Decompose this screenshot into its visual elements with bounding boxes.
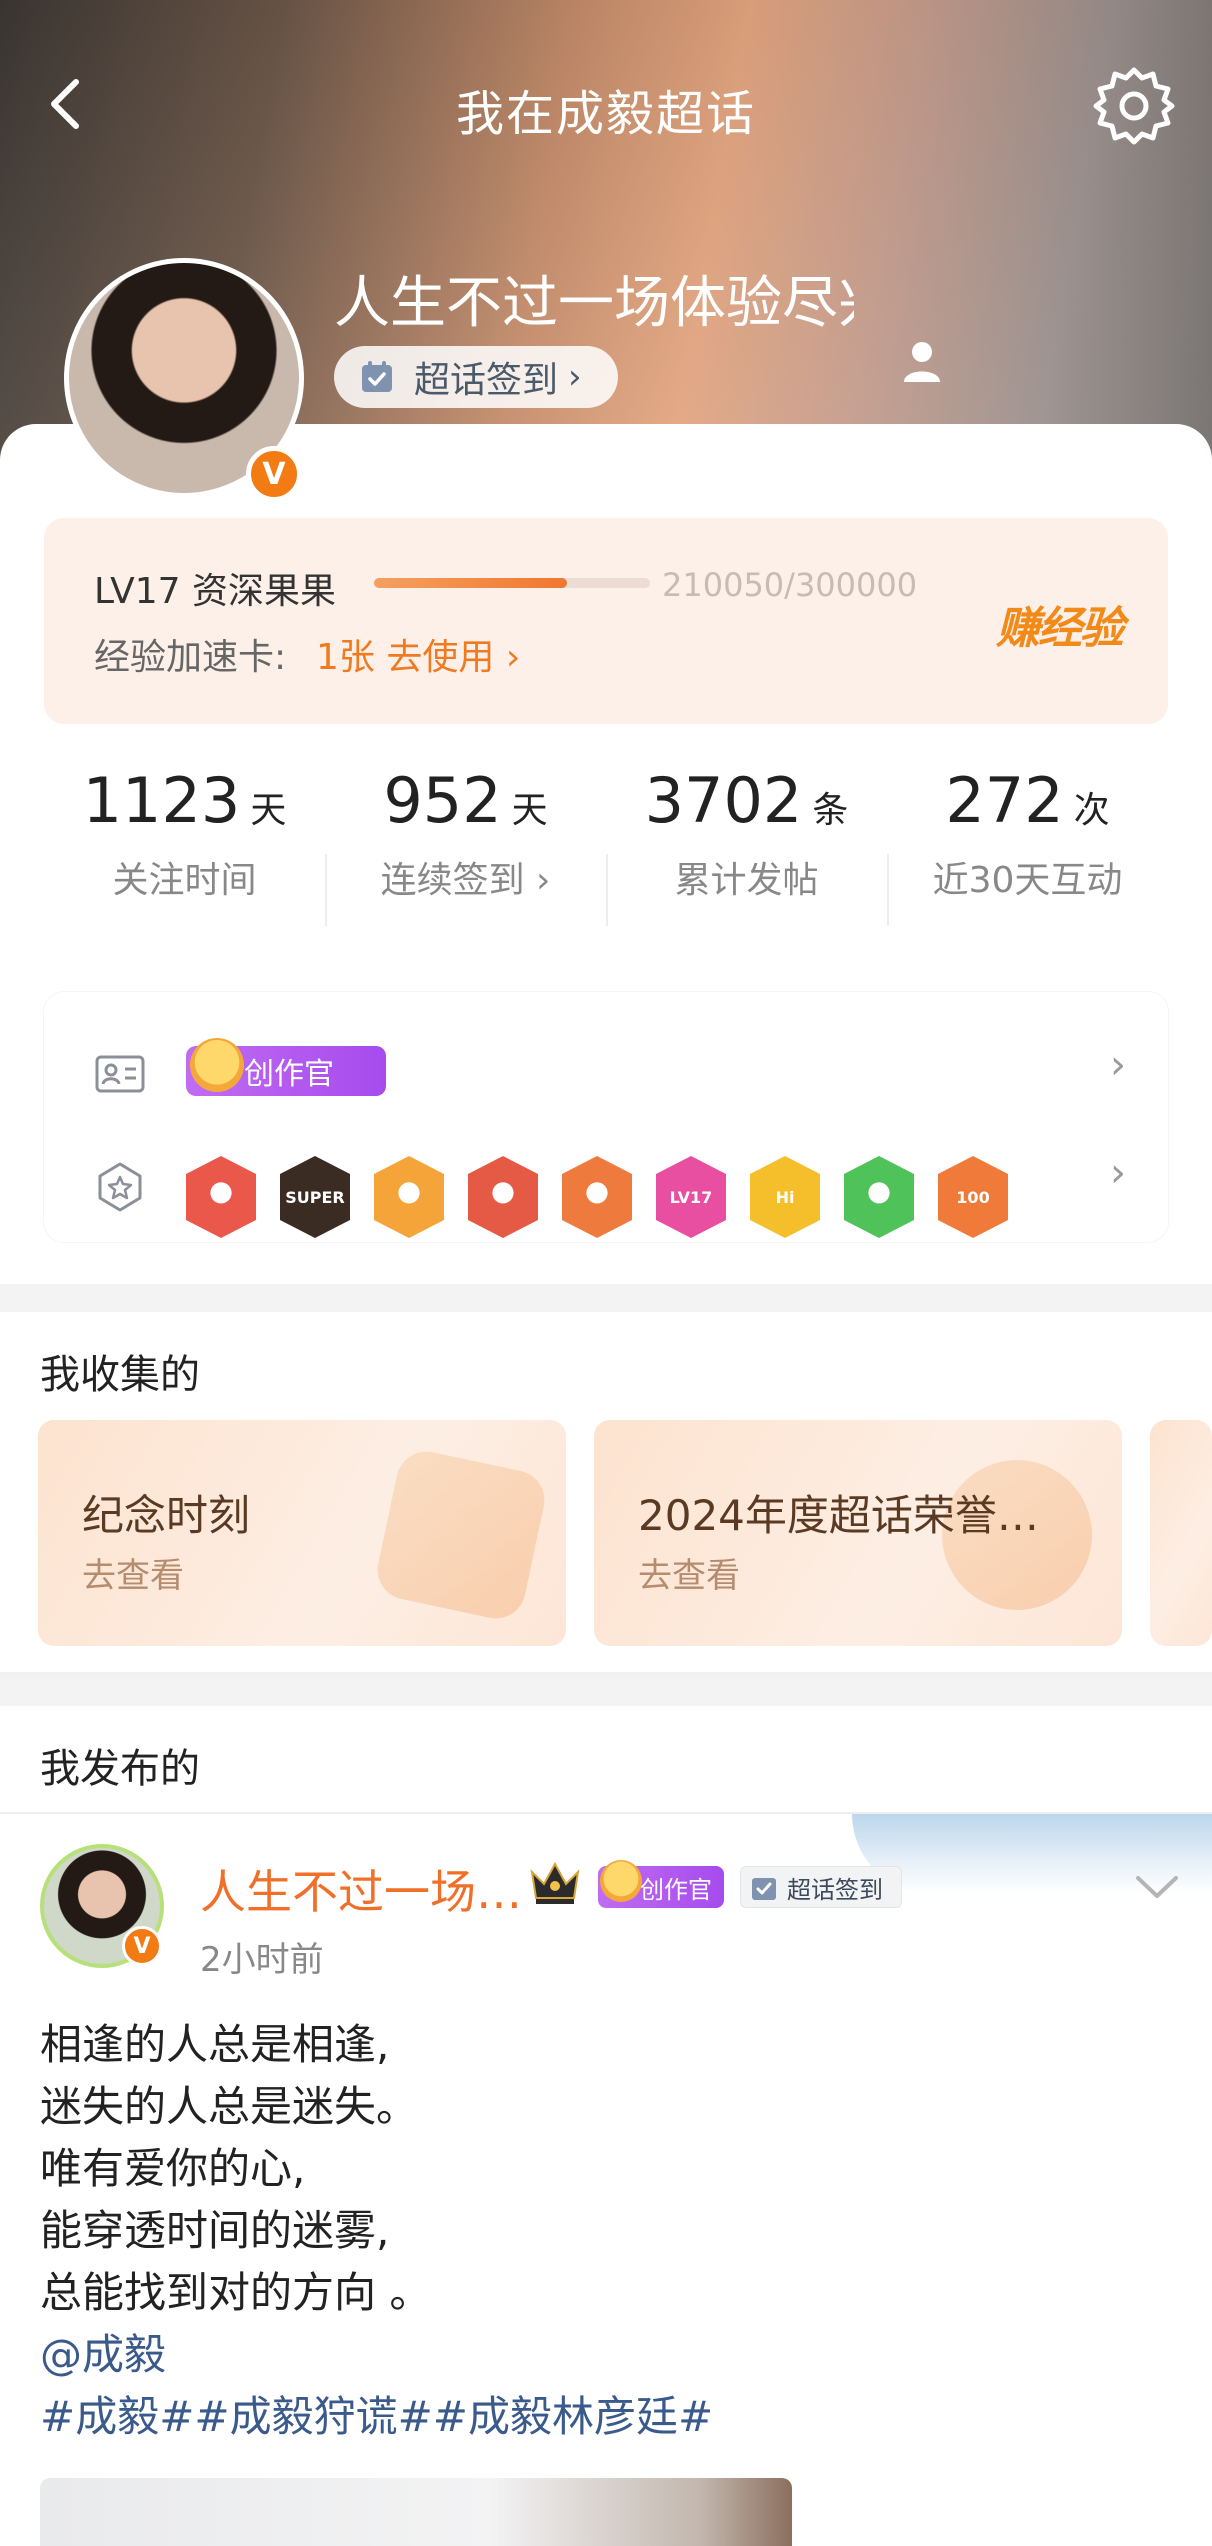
posted-section: 我发布的 V 人生不过一场… 创作官 超话签到 2小时前 相逢的人总是相逢, 迷… — [0, 1706, 1212, 2546]
stat-value: 1123 — [82, 764, 241, 837]
section-divider — [0, 1676, 1212, 1706]
honors-panel: 创作官 › SUPER LV17 Hi 100 › — [44, 992, 1168, 1242]
lion-badge-icon[interactable] — [468, 1156, 538, 1238]
lv17-badge-icon[interactable]: LV17 — [656, 1156, 726, 1238]
stat-checkin-streak[interactable]: 952 天 连续签到 › — [325, 764, 606, 924]
hi-badge-icon[interactable]: Hi — [750, 1156, 820, 1238]
collect-card-honors[interactable]: 2024年度超话荣誉… 去查看 — [594, 1420, 1122, 1646]
collect-card-subtitle: 去查看 — [638, 1556, 740, 1596]
post-checkin-tag[interactable]: 超话签到 — [740, 1866, 902, 1908]
level-progress-text: 210050/300000 — [662, 566, 918, 604]
speed-card-value: 1张 去使用 — [316, 637, 495, 678]
chevron-right-icon[interactable]: › — [1110, 1150, 1126, 1196]
stats-row: 1123 天 关注时间 952 天 连续签到 › 3702 条 累计发帖 272 次 近… — [44, 764, 1168, 926]
medal-icon — [98, 1162, 142, 1212]
post-image[interactable] — [40, 2478, 792, 2546]
stat-unit: 天 — [511, 790, 548, 831]
post-checkin-tag-label: 超话签到 — [787, 1875, 883, 1904]
earn-experience-button[interactable]: 赚经验 — [996, 592, 1124, 656]
level-progress-bar — [374, 578, 650, 588]
profile-avatar[interactable]: V — [64, 258, 304, 502]
stat-follow-days: 1123 天 关注时间 — [44, 764, 325, 924]
super-crown-badge-icon[interactable]: SUPER — [280, 1156, 350, 1238]
stat-total-posts: 3702 条 累计发帖 — [606, 764, 887, 924]
post-username[interactable]: 人生不过一场… — [200, 1856, 522, 1922]
collected-title: 我收集的 — [40, 1352, 200, 1398]
speed-card-label: 经验加速卡: — [94, 637, 287, 678]
stat-value: 272 — [945, 764, 1064, 837]
collect-card-title: 纪念时刻 — [82, 1491, 251, 1540]
id-card-icon — [95, 1055, 145, 1093]
fox-badge-icon[interactable] — [186, 1156, 256, 1238]
chevron-right-icon: › — [505, 637, 521, 678]
page-title: 我在成毅超话 — [455, 86, 756, 142]
post-content: 相逢的人总是相逢, 迷失的人总是迷失。 唯有爱你的心, 能穿透时间的迷雾, 总能… — [40, 2014, 1170, 2448]
person-icon[interactable] — [902, 340, 942, 382]
verified-badge: V — [122, 1926, 162, 1966]
verified-badge: V — [246, 446, 302, 502]
calendar-check-icon — [362, 361, 392, 392]
collect-card-next[interactable] — [1150, 1420, 1212, 1646]
post-avatar[interactable]: V — [40, 1844, 164, 1968]
crown-badge-icon[interactable] — [374, 1156, 444, 1238]
post-text-line: 迷失的人总是迷失。 — [40, 2082, 419, 2131]
stat-value: 952 — [383, 764, 502, 837]
top-bar: 我在成毅超话 — [0, 60, 1212, 150]
stat-label: 累计发帖 — [674, 860, 819, 901]
post-text-line: 相逢的人总是相逢, — [40, 2020, 390, 2069]
collect-card-moments[interactable]: 纪念时刻 去查看 — [38, 1420, 566, 1646]
level-progress-fill — [374, 578, 568, 588]
creator-mascot-icon — [190, 1038, 244, 1092]
chevron-down-icon[interactable] — [1132, 1862, 1182, 1912]
stat-value: 3702 — [644, 764, 803, 837]
speed-card-use-link[interactable]: 1张 去使用 › — [316, 628, 520, 680]
crown-icon — [530, 1861, 580, 1904]
stat-label: 近30天互动 — [932, 860, 1123, 901]
stat-unit: 次 — [1073, 790, 1110, 831]
post-mention-link[interactable]: @成毅 — [40, 2324, 1170, 2386]
posted-title: 我发布的 — [40, 1746, 200, 1792]
post-hashtags[interactable]: #成毅##成毅狩谎##成毅林彦廷# — [40, 2386, 1170, 2448]
creator-mascot-icon — [600, 1860, 642, 1902]
post-text-line: 总能找到对的方向 。 — [40, 2268, 432, 2317]
profile-main-card: LV17 资深果果 210050/300000 经验加速卡: 1张 去使用 › … — [0, 424, 1212, 1284]
stat-label: 连续签到 › — [380, 860, 551, 901]
collect-card-title: 2024年度超话荣誉… — [638, 1491, 1039, 1540]
stat-label: 关注时间 — [112, 860, 257, 901]
fox-fire-badge-icon[interactable] — [562, 1156, 632, 1238]
profile-username: 人生不过一场体验尽兴 — [334, 271, 854, 328]
post-timestamp: 2小时前 — [200, 1940, 324, 1980]
stat-interactions-30d: 272 次 近30天互动 — [887, 764, 1168, 924]
chevron-right-icon[interactable]: › — [1110, 1042, 1126, 1088]
calendar-check-icon — [752, 1878, 776, 1900]
chevron-right-icon: › — [568, 357, 582, 397]
gear-icon[interactable] — [1092, 64, 1176, 148]
stat-unit: 条 — [812, 790, 849, 831]
collected-section: 我收集的 纪念时刻 去查看 2024年度超话荣誉… 去查看 — [0, 1312, 1212, 1672]
post-text-line: 能穿透时间的迷雾, — [40, 2206, 390, 2255]
post-text-line: 唯有爱你的心, — [40, 2144, 306, 2193]
creator-tag[interactable]: 创作官 — [186, 1038, 386, 1096]
collect-card-subtitle: 去查看 — [82, 1556, 184, 1596]
creator-tag-label: 创作官 — [244, 1057, 334, 1092]
checkin-label: 超话签到 — [414, 360, 559, 401]
section-divider — [0, 1284, 1212, 1314]
level-panel: LV17 资深果果 210050/300000 经验加速卡: 1张 去使用 › … — [44, 518, 1168, 724]
stat-unit: 天 — [250, 790, 287, 831]
checkin-button[interactable]: 超话签到 › — [334, 346, 618, 408]
post-creator-tag-label: 创作官 — [640, 1875, 712, 1904]
post-creator-tag[interactable]: 创作官 — [598, 1860, 724, 1908]
hand-badge-icon[interactable] — [844, 1156, 914, 1238]
100-days-badge-icon[interactable]: 100 — [938, 1156, 1008, 1238]
level-title: LV17 资深果果 — [94, 571, 336, 612]
